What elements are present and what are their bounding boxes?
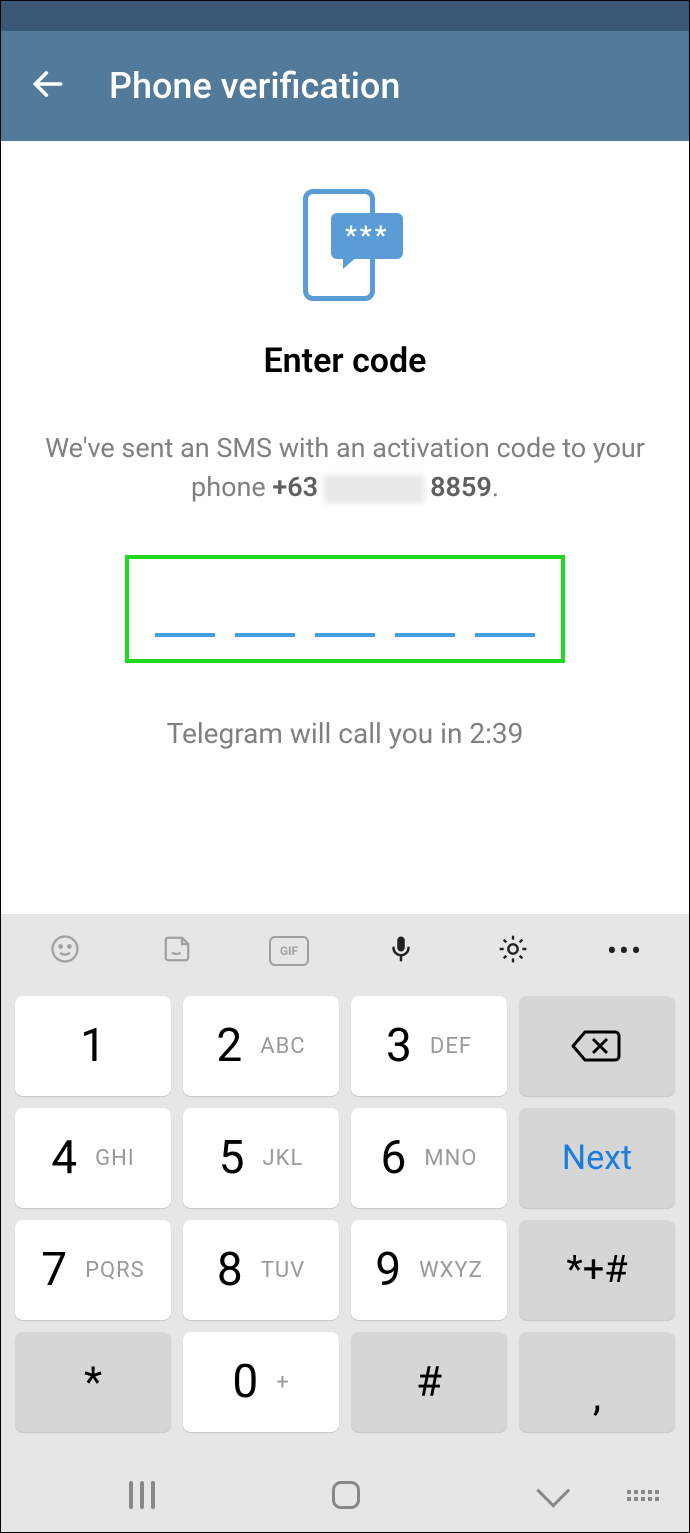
more-icon[interactable]: ••• [595, 934, 655, 969]
nav-recents-icon[interactable] [129, 1481, 155, 1509]
redacted-phone-part [324, 475, 424, 503]
emoji-icon[interactable] [35, 934, 95, 968]
key-symbols[interactable]: *+# [519, 1220, 675, 1320]
code-description: We've sent an SMS with an activation cod… [41, 429, 649, 507]
status-bar-top [1, 1, 689, 31]
keyboard-toolbar: GIF ••• [1, 914, 689, 988]
key-star[interactable]: * [15, 1332, 171, 1432]
enter-code-heading: Enter code [41, 341, 649, 381]
sticker-icon[interactable] [147, 934, 207, 968]
key-hash[interactable]: # [351, 1332, 507, 1432]
code-input[interactable] [125, 555, 565, 663]
key-next[interactable]: Next [519, 1108, 675, 1208]
key-5[interactable]: 5JKL [183, 1108, 339, 1208]
page-title: Phone verification [109, 65, 400, 107]
code-digit-1 [155, 633, 215, 637]
call-timer: Telegram will call you in 2:39 [41, 717, 649, 750]
gear-icon[interactable] [483, 933, 543, 969]
code-digit-4 [395, 633, 455, 637]
app-header: Phone verification [1, 31, 689, 141]
keyboard: GIF ••• 1 2ABC 3DEF [1, 914, 689, 1458]
nav-home-icon[interactable] [332, 1481, 360, 1509]
key-7[interactable]: 7PQRS [15, 1220, 171, 1320]
code-digit-5 [475, 633, 535, 637]
key-backspace[interactable] [519, 996, 675, 1096]
key-3[interactable]: 3DEF [351, 996, 507, 1096]
key-comma[interactable]: , [519, 1332, 675, 1432]
sms-illustration: *** [295, 189, 395, 301]
backspace-icon [571, 1028, 623, 1064]
system-nav-bar [1, 1458, 689, 1532]
gif-icon[interactable]: GIF [259, 936, 319, 966]
main-content: *** Enter code We've sent an SMS with an… [1, 141, 689, 750]
key-1[interactable]: 1 [15, 996, 171, 1096]
mic-icon[interactable] [371, 931, 431, 971]
code-digit-3 [315, 633, 375, 637]
key-9[interactable]: 9WXYZ [351, 1220, 507, 1320]
key-4[interactable]: 4GHI [15, 1108, 171, 1208]
key-8[interactable]: 8TUV [183, 1220, 339, 1320]
back-icon[interactable] [29, 65, 67, 107]
nav-back-icon[interactable] [537, 1483, 561, 1507]
nav-keyboard-icon[interactable] [627, 1490, 659, 1501]
key-0[interactable]: 0+ [183, 1332, 339, 1432]
key-6[interactable]: 6MNO [351, 1108, 507, 1208]
code-digit-2 [235, 633, 295, 637]
key-2[interactable]: 2ABC [183, 996, 339, 1096]
